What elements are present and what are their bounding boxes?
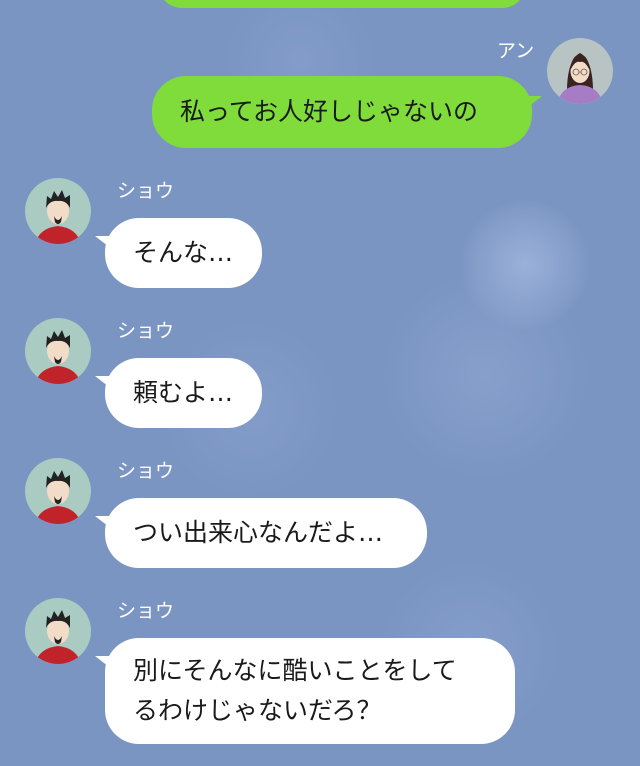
message-bubble-received[interactable]: そんな… [95, 218, 262, 288]
sender-name: ショウ [117, 180, 175, 202]
bubble-tail [95, 516, 113, 530]
man-avatar-icon[interactable] [25, 318, 91, 384]
previous-sent-bubble [158, 0, 526, 8]
message-bubble-received[interactable]: 別にそんなに酷いことをして るわけじゃないだろ？ [95, 638, 515, 744]
sender-name: アン [497, 40, 535, 62]
man-avatar-icon[interactable] [25, 598, 91, 664]
bubble-tail [95, 656, 113, 670]
message-bubble-received[interactable]: つい出来心なんだよ… [95, 498, 427, 568]
message-text: 頼むよ… [133, 378, 234, 407]
sender-name: ショウ [117, 320, 175, 342]
message-bubble-received[interactable]: 頼むよ… [95, 358, 262, 428]
message-text-line: るわけじゃないだろ？ [133, 696, 382, 725]
man-avatar-icon[interactable] [25, 178, 91, 244]
sender-name: ショウ [117, 600, 175, 622]
bubble-tail [95, 376, 113, 390]
background-bokeh [460, 200, 590, 330]
message-text: つい出来心なんだよ… [133, 518, 384, 547]
message-text-line: 別にそんなに酷いことをして [133, 656, 457, 685]
message-text: そんな… [133, 238, 234, 267]
message-text: 私ってお人好しじゃないの [180, 97, 479, 126]
bubble-tail [95, 236, 113, 250]
message-bubble-sent[interactable]: 私ってお人好しじゃないの [152, 76, 542, 148]
background-bokeh [380, 270, 590, 480]
bubble-tail [524, 96, 542, 110]
sender-name: ショウ [117, 460, 175, 482]
woman-avatar-icon[interactable] [547, 38, 613, 104]
man-avatar-icon[interactable] [25, 458, 91, 524]
